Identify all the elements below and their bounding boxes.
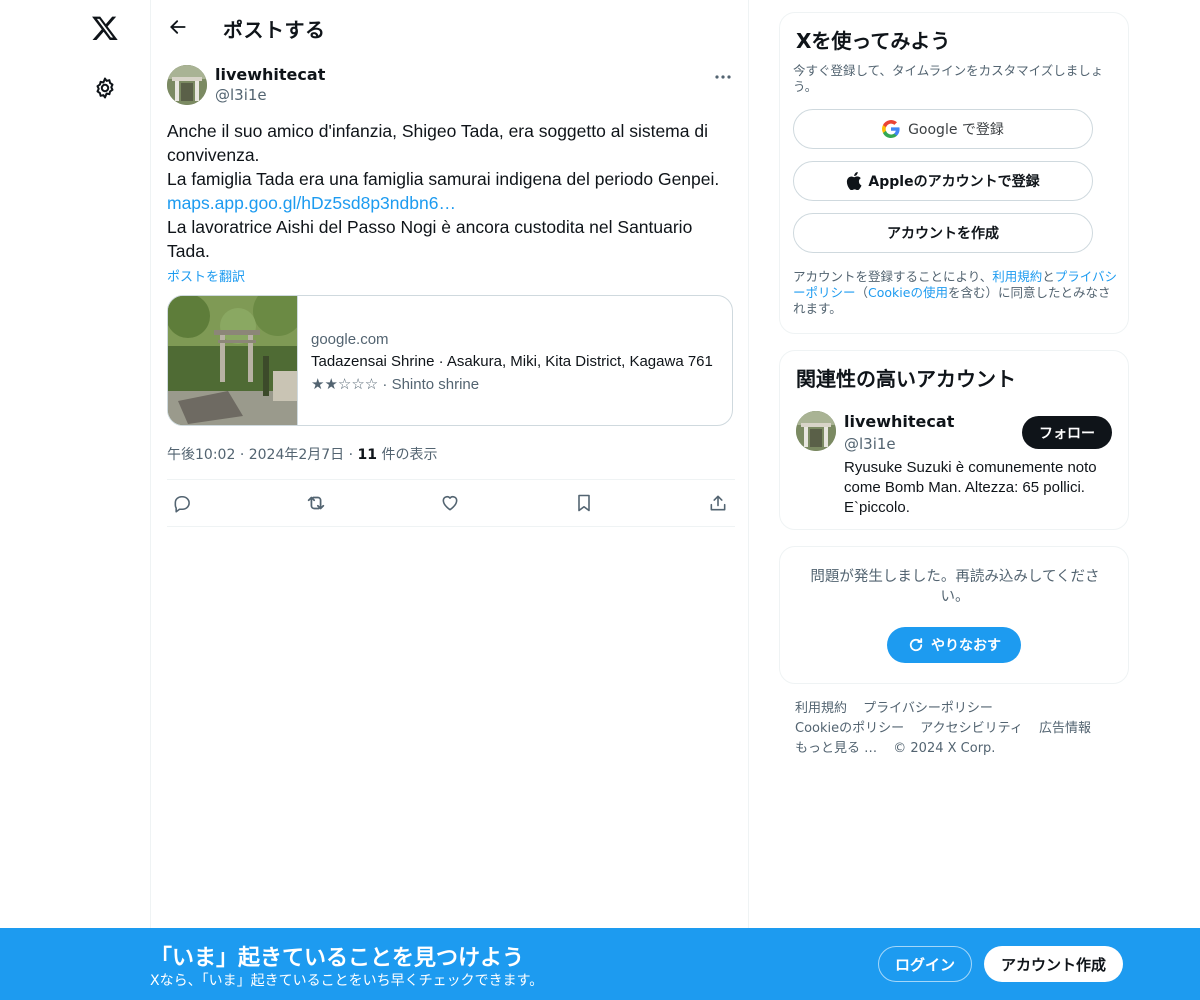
post-actions [167,479,735,527]
views-label: 件の表示 [381,447,438,463]
terms-text: アカウントを登録することにより、利用規約とプライバシーポリシー（Cookieの使… [793,269,1118,317]
avatar[interactable] [796,411,836,451]
cookie-link[interactable]: Cookieの使用 [868,285,948,300]
post-link[interactable]: maps.app.goo.gl/hDz5sd8p3ndbn6… [167,191,737,215]
page-header: ポストする [151,0,748,54]
terms-link[interactable]: 利用規約 [992,269,1042,284]
banner-title: 「いま」起きていることを見つけよう [150,946,525,971]
apple-signup-label: Appleのアカウントで登録 [868,174,1040,190]
create-account-button[interactable]: アカウントを作成 [793,213,1093,253]
translate-link[interactable]: ポストを翻訳 [167,266,245,285]
post-meta: 午後10:02 · 2024年2月7日 · 11 件の表示 [167,444,437,464]
post-line: convivenza. [167,145,260,165]
login-button[interactable]: ログイン [878,946,972,982]
x-logo-icon[interactable] [89,12,121,44]
post-time[interactable]: 午後10:02 [167,447,235,463]
meta-separator: · [348,447,354,463]
post-date[interactable]: 2024年2月7日 [249,447,344,463]
page-title: ポストする [223,18,326,42]
footer-link-ads[interactable]: 広告情報 [1039,721,1091,736]
related-accounts-panel: 関連性の高いアカウント livewhitecat @l3i1e フォロー Ryu… [779,350,1129,530]
gear-icon[interactable] [91,74,119,102]
refresh-icon [909,638,923,652]
related-handle[interactable]: @l3i1e [844,435,896,453]
related-title: 関連性の高いアカウント [796,367,1016,391]
related-name[interactable]: livewhitecat [844,412,954,431]
bookmark-icon[interactable] [573,492,595,514]
footer-link-accessibility[interactable]: アクセシビリティ [920,721,1023,736]
footer-link-privacy[interactable]: プライバシーポリシー [863,701,993,716]
arrow-left-icon [170,20,186,34]
signup-title: Xを使ってみよう [796,29,951,53]
error-message: 問題が発生しました。再読み込みしてください。 [810,569,1100,605]
reply-icon[interactable] [171,492,193,514]
card-title: Tadazensai Shrine · Asakura, Miki, Kita … [311,353,713,370]
terms-part: と [1042,269,1055,284]
retry-button[interactable]: やりなおす [887,627,1021,663]
repost-icon[interactable] [305,492,327,514]
post-author: livewhitecat @l3i1e [167,65,735,107]
footer-link-more[interactable]: もっと見る … [795,741,877,756]
more-dots-icon [715,75,731,79]
left-nav [0,0,150,1000]
main-column: ポストする livewhitecat @l3i1e Anche il suo a… [150,0,749,1000]
back-button[interactable] [163,12,193,42]
banner-subtitle: Xなら、「いま」起きていることをいち早くチェックできます。 [150,973,544,989]
terms-part: アカウントを登録することにより、 [793,269,993,284]
google-signup-label: Google で登録 [908,122,1004,138]
copyright: © 2024 X Corp. [893,741,996,756]
card-domain: google.com [311,331,389,348]
link-card[interactable]: google.com Tadazensai Shrine · Asakura, … [167,295,733,426]
footer-links: 利用規約 プライバシーポリシー Cookieのポリシー アクセシビリティ 広告情… [795,699,1115,759]
meta-separator: · [239,447,245,463]
more-button[interactable] [711,67,735,87]
footer-link-terms[interactable]: 利用規約 [795,701,847,716]
related-bio: Ryusuke Suzuki è comunemente noto come B… [844,459,1097,516]
apple-icon [847,172,862,190]
apple-signup-button[interactable]: Appleのアカウントで登録 [793,161,1093,201]
retry-label: やりなおす [931,638,1001,654]
signup-panel: Xを使ってみよう 今すぐ登録して、タイムラインをカスタマイズしましょう。 Goo… [779,12,1129,334]
signup-button[interactable]: アカウント作成 [984,946,1123,982]
card-image [168,296,298,425]
signup-subtitle: 今すぐ登録して、タイムラインをカスタマイズしましょう。 [793,63,1104,94]
google-signup-button[interactable]: Google で登録 [793,109,1093,149]
signup-banner: 「いま」起きていることを見つけよう Xなら、「いま」起きていることをいち早くチェ… [0,928,1200,1000]
like-icon[interactable] [439,492,461,514]
terms-part: （ [855,285,869,300]
share-icon[interactable] [707,492,729,514]
post-line: La famiglia Tada era una famiglia samura… [167,169,720,189]
author-handle[interactable]: @l3i1e [215,86,267,104]
avatar[interactable] [167,65,207,105]
post-text: Anche il suo amico d'infanzia, Shigeo Ta… [167,119,737,263]
post-line: La lavoratrice Aishi del Passo Nogi è an… [167,217,693,237]
error-panel: 問題が発生しました。再読み込みしてください。 やりなおす [779,546,1129,684]
google-icon [882,120,900,138]
follow-button[interactable]: フォロー [1022,416,1112,449]
post-line: Anche il suo amico d'infanzia, Shigeo Ta… [167,121,708,141]
card-description: ★★☆☆☆ · Shinto shrine [311,376,480,393]
create-account-label: アカウントを作成 [887,226,999,242]
author-name[interactable]: livewhitecat [215,65,325,84]
views-count: 11 [357,447,378,463]
post-line: Tada. [167,241,210,261]
footer-link-cookie[interactable]: Cookieのポリシー [795,721,904,736]
